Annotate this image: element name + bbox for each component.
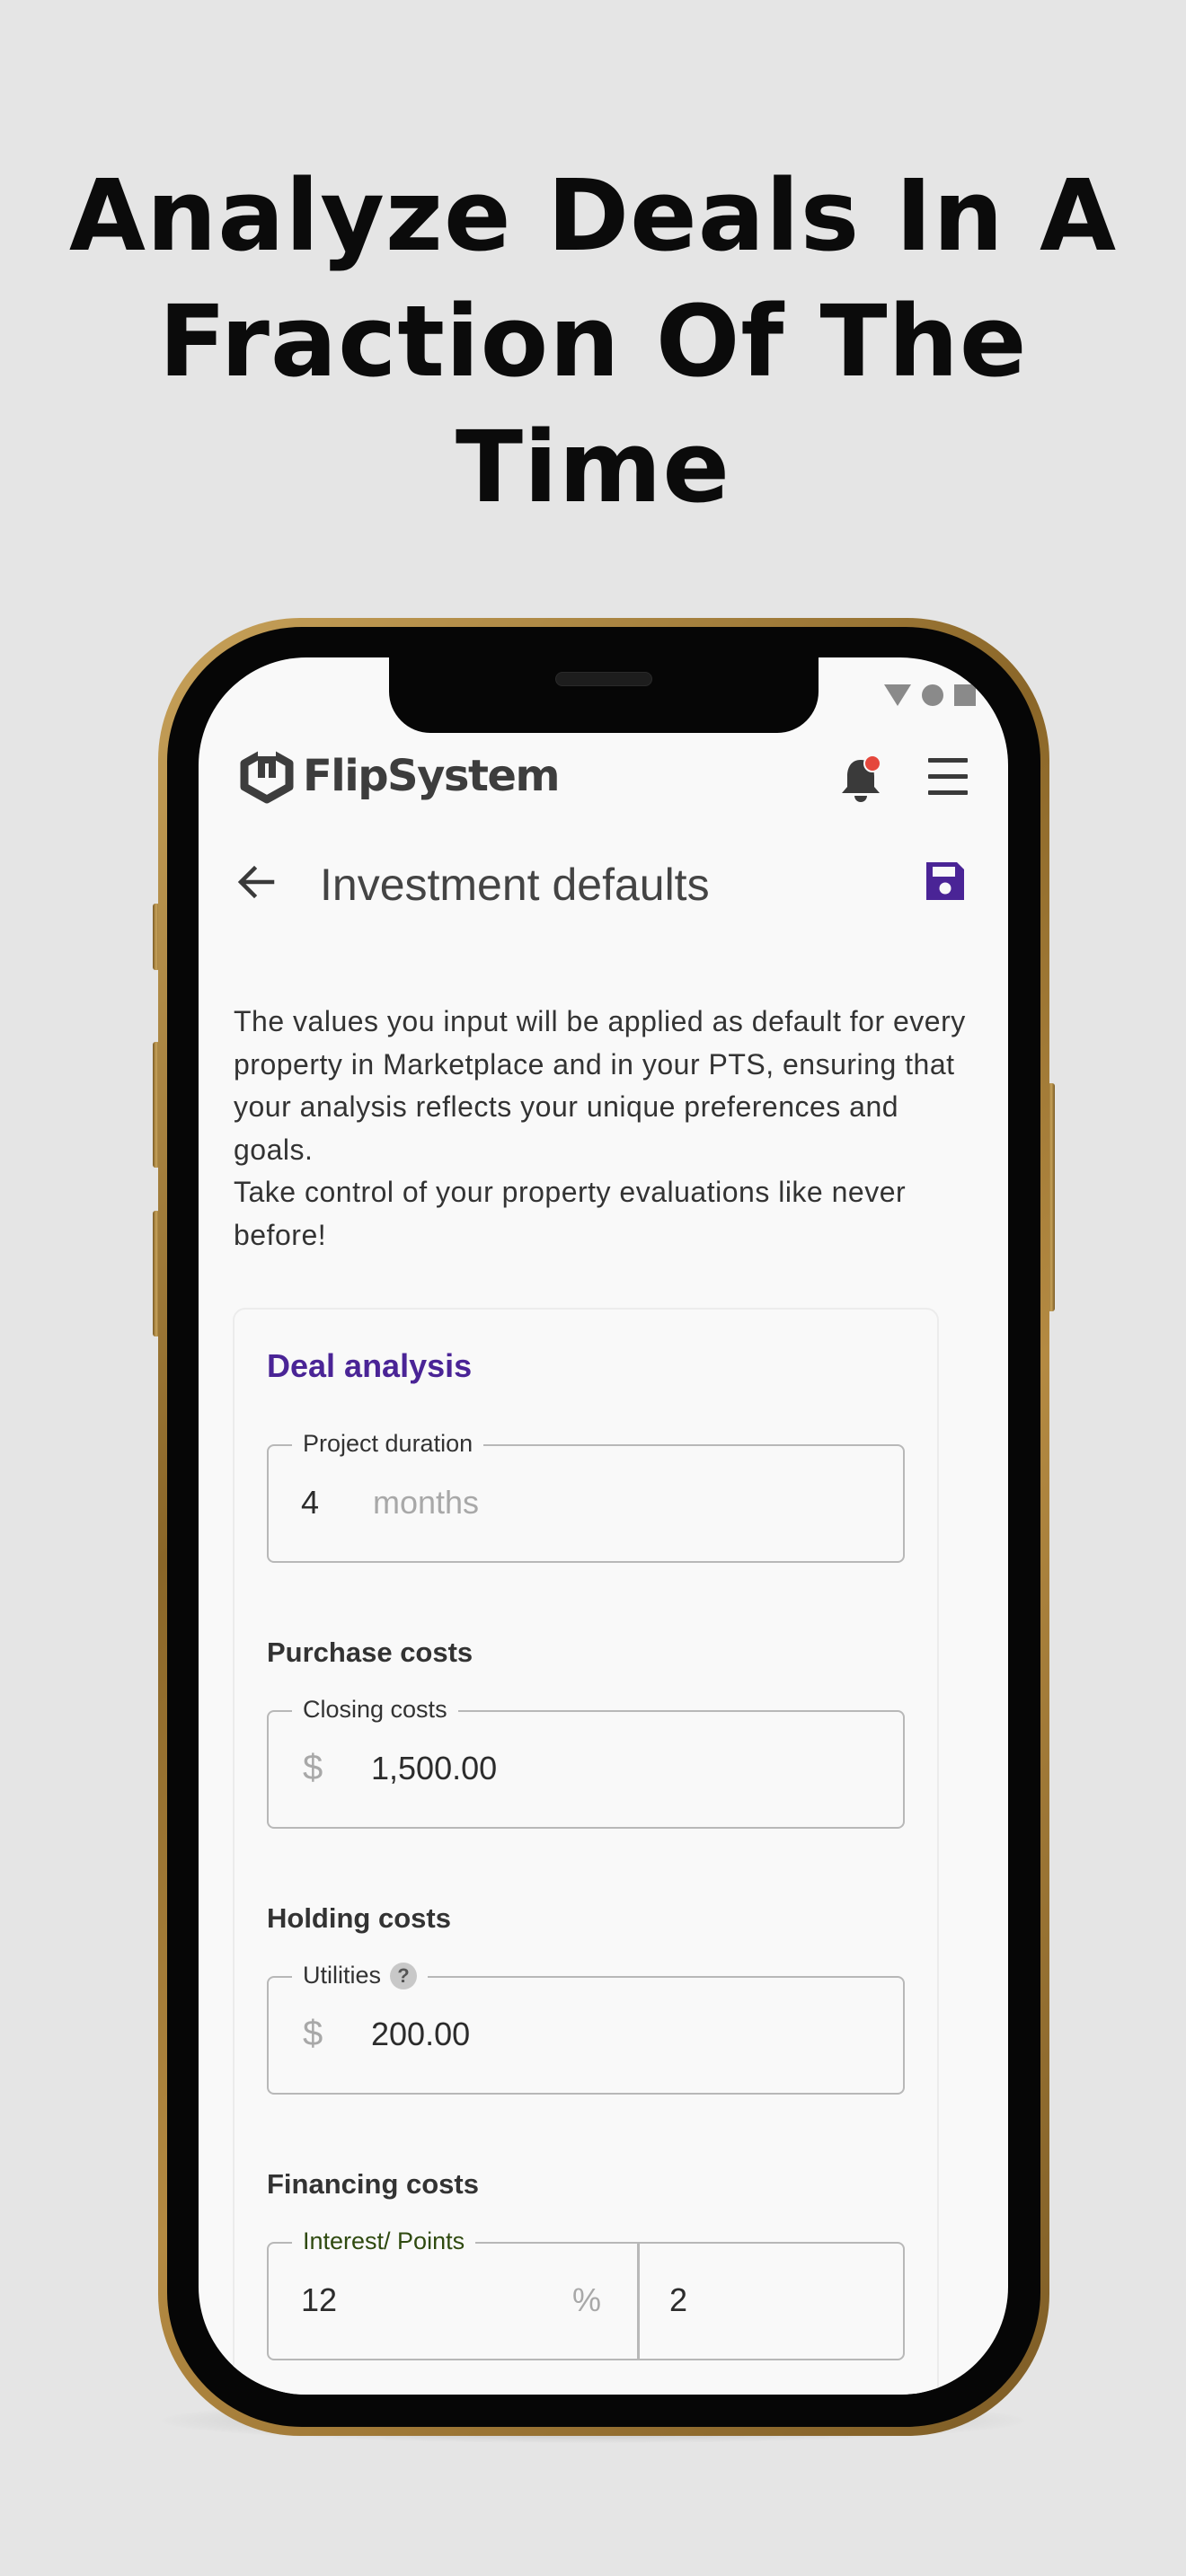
project-duration-label-text: Project duration	[303, 1430, 474, 1457]
interest-points-field[interactable]: Interest/ Points 12 % 2	[267, 2228, 905, 2360]
app-logo[interactable]: FlipSystem	[240, 747, 561, 805]
logo-text: FlipSystem	[303, 751, 561, 801]
headline-line-3: Time	[456, 410, 730, 525]
field-divider	[637, 2244, 640, 2359]
menu-button[interactable]	[926, 756, 969, 802]
phone-screen: FlipSystem Investment defaults The value…	[199, 657, 1008, 2395]
purchase-costs-heading: Purchase costs	[267, 1636, 474, 1668]
holding-costs-heading: Holding costs	[267, 1902, 451, 1934]
dollar-sign-icon: $	[303, 1748, 323, 1787]
headline-line-2: Fraction Of The	[158, 284, 1028, 399]
marketing-headline: Analyze Deals In A Fraction Of The Time	[0, 153, 1186, 530]
utilities-value[interactable]: 200.00	[371, 2016, 470, 2053]
dollar-sign-icon: $	[303, 2014, 323, 2053]
utilities-label-text: Utilities	[303, 1962, 382, 1989]
save-button[interactable]	[923, 859, 968, 908]
earpiece-speaker	[555, 672, 652, 686]
project-duration-unit: months	[373, 1484, 480, 1521]
signal-icon	[884, 684, 911, 706]
financing-costs-heading: Financing costs	[267, 2168, 479, 2200]
floppy-disk-icon	[926, 862, 964, 900]
closing-costs-field[interactable]: Closing costs $ 1,500.00	[267, 1696, 905, 1829]
project-duration-value[interactable]: 4	[301, 1484, 319, 1522]
deal-analysis-card: Deal analysis Project duration 4 months …	[233, 1308, 939, 2395]
project-duration-field[interactable]: Project duration 4 months	[267, 1430, 905, 1563]
closing-costs-label: Closing costs	[292, 1696, 458, 1724]
project-duration-label: Project duration	[292, 1430, 484, 1458]
intro-paragraph: The values you input will be applied as …	[234, 1005, 966, 1166]
intro-call-to-action: Take control of your property evaluation…	[234, 1176, 907, 1251]
interest-rate-value[interactable]: 12	[301, 2281, 337, 2319]
square-icon	[954, 684, 976, 706]
deal-analysis-title: Deal analysis	[267, 1347, 473, 1384]
percent-icon: %	[572, 2281, 602, 2318]
back-button[interactable]	[236, 862, 276, 906]
utilities-field[interactable]: Utilities ? $ 200.00	[267, 1962, 905, 2095]
app-header: FlipSystem	[199, 738, 1008, 810]
help-icon[interactable]: ?	[390, 1962, 418, 1989]
page-title: Investment defaults	[320, 860, 710, 910]
hamburger-menu-icon	[928, 758, 968, 795]
flipsystem-logo-icon	[240, 747, 294, 804]
interest-points-label-text: Interest/ Points	[303, 2228, 465, 2254]
intro-description: The values you input will be applied as …	[234, 1001, 970, 1257]
closing-costs-value[interactable]: 1,500.00	[371, 1750, 497, 1787]
headline-line-1: Analyze Deals In A	[68, 158, 1118, 273]
circle-icon	[922, 684, 943, 706]
notifications-button[interactable]	[838, 754, 883, 809]
utilities-label: Utilities ?	[292, 1962, 429, 1989]
arrow-left-icon	[237, 865, 275, 899]
status-bar-icons	[884, 684, 976, 706]
interest-points-label: Interest/ Points	[292, 2228, 476, 2255]
page-title-bar: Investment defaults	[199, 853, 1008, 911]
closing-costs-label-text: Closing costs	[303, 1696, 447, 1723]
phone-notch	[389, 657, 819, 733]
bell-icon	[842, 754, 881, 802]
points-value[interactable]: 2	[669, 2281, 687, 2319]
